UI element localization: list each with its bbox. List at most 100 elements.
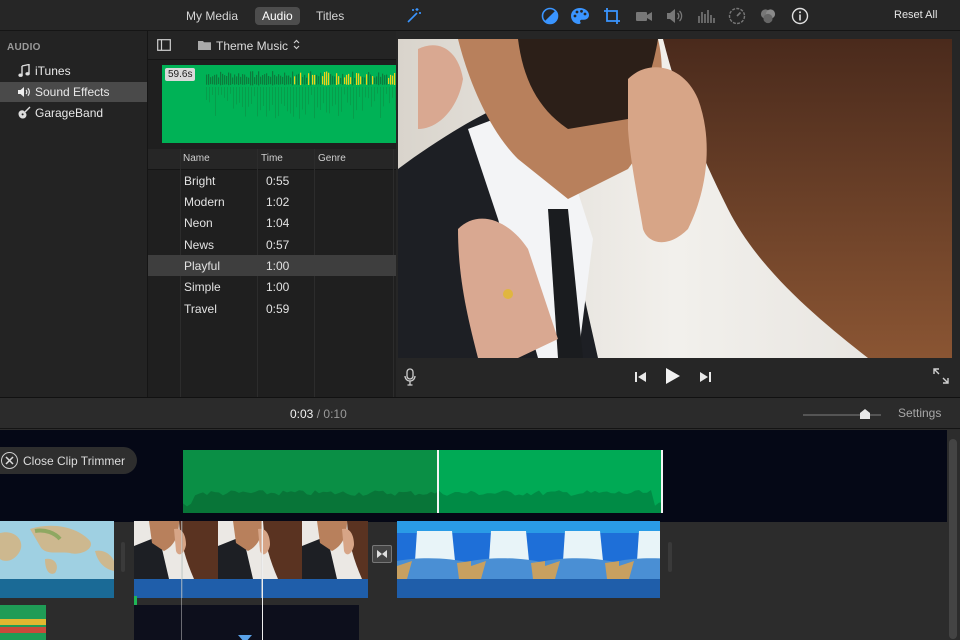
settings-button[interactable]: Settings <box>898 406 941 420</box>
crop-icon[interactable] <box>602 6 622 26</box>
timeline-playhead[interactable] <box>262 521 263 640</box>
transition-icon[interactable] <box>372 545 392 563</box>
table-row[interactable]: News 0:57 <box>148 234 396 255</box>
volume-icon[interactable] <box>665 6 685 26</box>
zoom-slider-thumb[interactable] <box>859 408 871 423</box>
table-row[interactable]: Simple 1:00 <box>148 276 396 297</box>
waveform-peak <box>362 76 364 85</box>
microphone-icon[interactable] <box>402 367 418 387</box>
waveform-sample <box>224 87 225 98</box>
waveform-sample <box>302 87 303 110</box>
table-row[interactable]: Neon 1:04 <box>148 212 396 233</box>
waveform-peak <box>354 77 356 85</box>
waveform-sample <box>356 87 357 111</box>
track-time: 0:59 <box>266 302 290 316</box>
waveform-sample <box>215 87 216 116</box>
tab-audio[interactable]: Audio <box>255 7 300 25</box>
audio-preview-waveform[interactable]: 59.6s <box>162 65 396 143</box>
source-dropdown-value: Theme Music <box>216 39 289 53</box>
play-icon[interactable] <box>663 366 683 386</box>
waveform-sample <box>386 87 387 94</box>
column-header-genre[interactable]: Genre <box>318 153 346 164</box>
waveform-peak <box>266 73 268 85</box>
video-preview[interactable] <box>398 39 952 358</box>
skip-back-icon[interactable] <box>632 369 648 385</box>
waveform-peak <box>216 74 218 85</box>
source-dropdown[interactable]: Theme Music <box>198 39 300 53</box>
waveform-sample <box>350 87 351 106</box>
background-audio-track[interactable] <box>134 605 359 640</box>
track-time: 0:55 <box>266 174 290 188</box>
waveform-peak <box>232 77 234 85</box>
tab-titles[interactable]: Titles <box>309 7 351 25</box>
waveform-sample <box>230 87 231 94</box>
waveform-sample <box>344 87 345 95</box>
waveform-sample <box>275 87 276 119</box>
trim-playhead[interactable] <box>437 450 439 513</box>
couple-video-clip[interactable] <box>134 521 368 598</box>
reset-all-button[interactable]: Reset All <box>894 9 937 21</box>
sidebar-item-label: Sound Effects <box>35 85 110 99</box>
waveform-sample <box>257 87 258 117</box>
waterfall-thumbnail <box>619 521 660 579</box>
waveform-sample <box>239 87 240 103</box>
waveform-sample <box>245 87 246 117</box>
waveform-sample <box>365 87 366 98</box>
waveform-sample <box>317 87 318 108</box>
title-clip[interactable] <box>0 605 46 640</box>
clip-gap-handle[interactable] <box>121 542 125 572</box>
track-time: 1:00 <box>266 259 290 273</box>
color-balance-icon[interactable] <box>540 6 560 26</box>
timeline-scrollbar[interactable] <box>949 439 957 639</box>
waveform-sample <box>209 87 210 103</box>
waveform-sample <box>371 87 372 107</box>
waterfall-video-clip[interactable] <box>397 521 660 598</box>
waveform-sample <box>332 87 333 107</box>
magic-wand-icon[interactable] <box>404 6 424 26</box>
speed-icon[interactable] <box>727 6 747 26</box>
table-row[interactable]: Travel 0:59 <box>148 298 396 319</box>
fullscreen-icon[interactable] <box>932 367 950 385</box>
column-header-name[interactable]: Name <box>183 153 210 164</box>
trimmed-audio-clip[interactable] <box>183 450 663 513</box>
info-icon[interactable] <box>790 6 810 26</box>
table-row[interactable]: Playful 1:00 <box>148 255 396 276</box>
waveform-sample <box>368 87 369 99</box>
close-clip-trimmer-button[interactable]: Close Clip Trimmer <box>0 447 137 474</box>
waveform-sample <box>383 87 384 107</box>
clip-filter-icon[interactable] <box>758 6 778 26</box>
waterfall-thumbnail <box>471 521 545 579</box>
tab-my-media[interactable]: My Media <box>179 7 245 25</box>
sidebar-heading: AUDIO <box>7 42 41 53</box>
list-header: Name Time Genre <box>148 149 396 170</box>
table-row[interactable]: Bright 0:55 <box>148 170 396 191</box>
trim-end-handle[interactable] <box>661 450 663 513</box>
equalizer-icon[interactable] <box>696 6 716 26</box>
waveform-peak <box>286 75 288 85</box>
waveform-peak <box>226 76 228 85</box>
sidebar-item-garageband[interactable]: GarageBand <box>0 103 147 123</box>
playhead-marker-icon[interactable] <box>238 632 252 640</box>
waveform-peak <box>326 71 328 86</box>
sidebar-item-sound-effects[interactable]: Sound Effects <box>0 82 147 102</box>
waveform-sample <box>353 87 354 119</box>
map-video-clip[interactable] <box>0 521 114 598</box>
sidebar-toggle-icon[interactable] <box>157 39 171 54</box>
sidebar-item-itunes[interactable]: iTunes <box>0 61 147 81</box>
waveform-sample <box>242 87 243 108</box>
waveform-peak <box>332 75 334 85</box>
waveform-peak <box>350 77 352 85</box>
table-row[interactable]: Modern 1:02 <box>148 191 396 212</box>
skip-forward-icon[interactable] <box>697 369 713 385</box>
column-header-time[interactable]: Time <box>261 153 283 164</box>
waveform-peak <box>244 74 246 85</box>
clip-end-handle[interactable] <box>668 542 672 572</box>
color-palette-icon[interactable] <box>570 6 590 26</box>
stabilization-icon[interactable] <box>634 6 654 26</box>
waveform-sample <box>287 87 288 112</box>
waveform-peak <box>208 74 210 85</box>
waveform-peak <box>258 71 260 86</box>
waveform-peak <box>390 74 392 85</box>
waveform-sample <box>290 87 291 114</box>
waveform-sample <box>311 87 312 95</box>
